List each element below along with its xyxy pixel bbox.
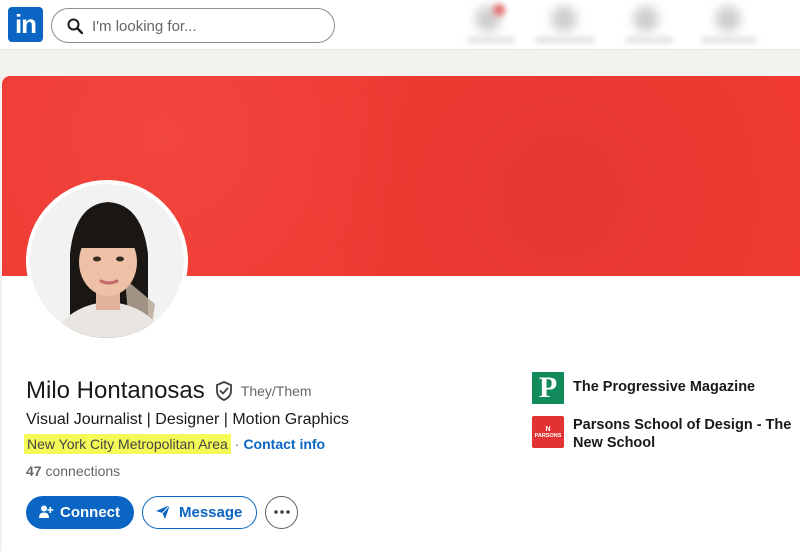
send-icon bbox=[156, 504, 171, 519]
profile-location: New York City Metropolitan Area bbox=[24, 434, 231, 454]
profile-card: Milo Hontanosas They/Them Visual Journal… bbox=[2, 76, 800, 551]
search-input[interactable] bbox=[92, 14, 322, 38]
search-icon bbox=[67, 18, 83, 34]
jobs-icon[interactable] bbox=[625, 4, 673, 44]
profile-avatar[interactable] bbox=[26, 180, 188, 342]
profile-headline: Visual Journalist | Designer | Motion Gr… bbox=[26, 411, 349, 428]
search-bar[interactable] bbox=[51, 8, 335, 43]
org-name: The Progressive Magazine bbox=[573, 379, 756, 395]
top-nav: in bbox=[0, 0, 800, 50]
profile-photo bbox=[30, 184, 184, 338]
parsons-logo-text: PARSONS bbox=[534, 432, 562, 439]
verified-shield-icon[interactable] bbox=[213, 380, 235, 402]
nav-icons bbox=[455, 0, 800, 50]
profile-name: Milo Hontanosas bbox=[26, 377, 205, 404]
more-actions-button[interactable] bbox=[265, 495, 299, 529]
connect-button[interactable]: Connect bbox=[26, 495, 134, 529]
connections-count[interactable]: 47 connections bbox=[26, 463, 120, 479]
network-icon[interactable] bbox=[535, 4, 595, 44]
linkedin-logo[interactable]: in bbox=[8, 7, 43, 42]
parsons-logo: N PARSONS bbox=[532, 416, 564, 448]
messaging-icon[interactable] bbox=[701, 4, 757, 44]
org-name: Parsons School of Design - The New Schoo… bbox=[573, 417, 792, 451]
location-row: New York City Metropolitan Area · Contac… bbox=[24, 433, 325, 455]
message-button[interactable]: Message bbox=[142, 495, 258, 529]
separator-dot: · bbox=[234, 436, 240, 452]
connect-label: Connect bbox=[60, 503, 120, 521]
profile-actions: Connect Message bbox=[26, 495, 299, 529]
org-item-progressive[interactable]: P The Progressive Magazine bbox=[532, 371, 792, 404]
progressive-logo: P bbox=[532, 371, 564, 404]
contact-info-link[interactable]: Contact info bbox=[243, 436, 325, 452]
add-person-icon bbox=[39, 505, 54, 518]
message-label: Message bbox=[179, 503, 243, 521]
connections-label: connections bbox=[45, 463, 121, 479]
experience-education-list: P The Progressive Magazine N PARSONS Par… bbox=[532, 371, 792, 464]
pronouns: They/Them bbox=[240, 383, 312, 399]
more-icon bbox=[274, 510, 290, 514]
connections-number: 47 bbox=[26, 463, 42, 479]
name-row: Milo Hontanosas They/Them bbox=[26, 376, 312, 406]
home-icon[interactable] bbox=[467, 4, 515, 44]
org-item-parsons[interactable]: N PARSONS Parsons School of Design - The… bbox=[532, 416, 792, 452]
